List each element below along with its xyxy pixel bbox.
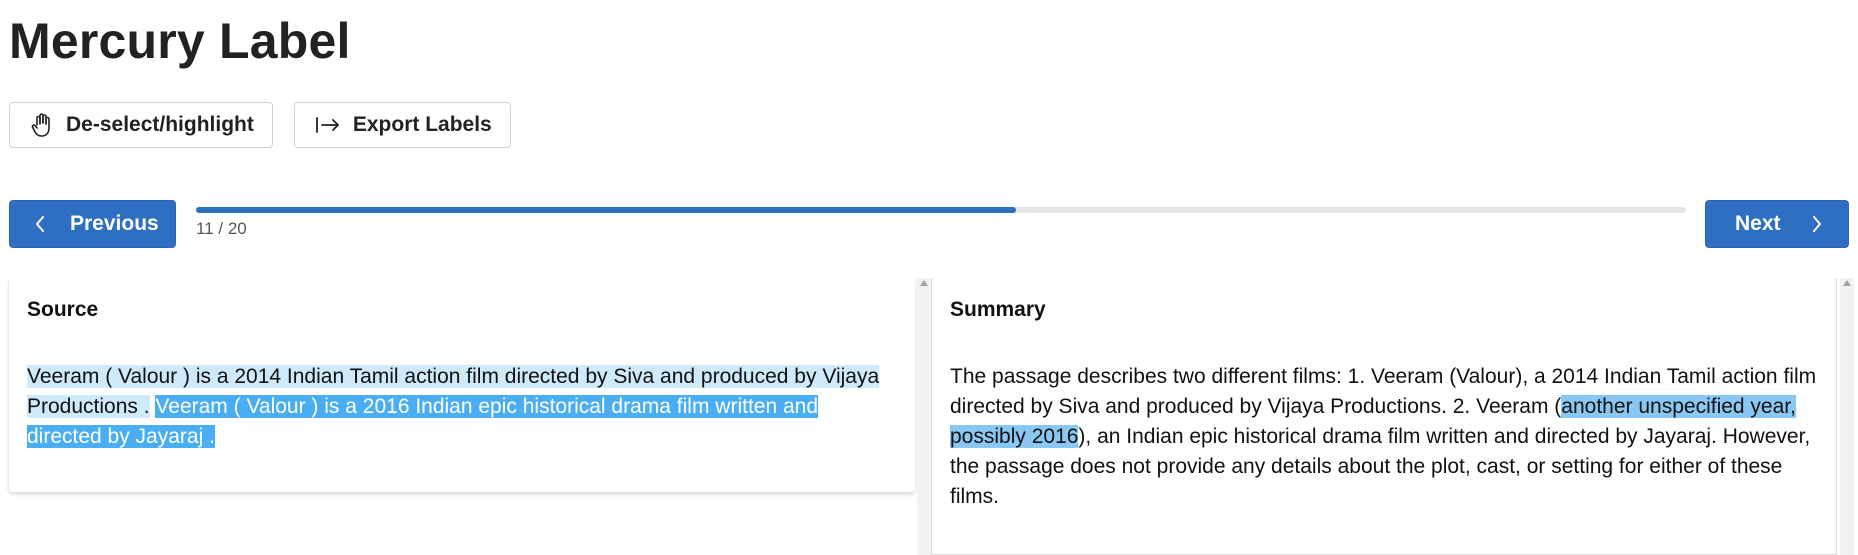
- next-button[interactable]: Next: [1705, 200, 1849, 248]
- summary-panel: Summary The passage describes two differ…: [931, 278, 1837, 555]
- deselect-highlight-label: De-select/highlight: [66, 113, 254, 136]
- source-title: Source: [27, 298, 99, 321]
- progress-fill: [196, 207, 1016, 213]
- source-text: Veeram ( Valour ) is a 2014 Indian Tamil…: [27, 362, 897, 452]
- hand-icon: [30, 112, 54, 138]
- summary-text: The passage describes two different film…: [950, 362, 1818, 512]
- export-arrow-icon: [315, 115, 341, 135]
- navigation-row: Previous 11 / 20 Next: [9, 200, 1849, 248]
- progress-bar: [196, 207, 1686, 213]
- progress-counter: 11 / 20: [196, 219, 247, 238]
- app-title: Mercury Label: [9, 13, 351, 69]
- scroll-up-arrow-icon[interactable]: [1843, 280, 1851, 286]
- chevron-right-icon: [1811, 215, 1823, 233]
- scroll-up-arrow-icon[interactable]: [920, 280, 928, 286]
- page: Mercury Label De-select/highlight Export…: [0, 0, 1858, 555]
- summary-scrollbar[interactable]: [1840, 278, 1854, 555]
- previous-label: Previous: [70, 212, 159, 235]
- previous-button[interactable]: Previous: [9, 200, 176, 248]
- next-label: Next: [1735, 212, 1781, 235]
- summary-text-after[interactable]: ), an Indian epic historical drama film …: [950, 425, 1810, 508]
- summary-title: Summary: [950, 298, 1046, 321]
- source-scrollbar[interactable]: [917, 278, 931, 555]
- export-labels-button[interactable]: Export Labels: [293, 102, 511, 148]
- toolbar: De-select/highlight Export Labels: [9, 102, 511, 148]
- source-panel: Source Veeram ( Valour ) is a 2014 India…: [9, 278, 915, 492]
- chevron-left-icon: [34, 215, 46, 233]
- export-labels-label: Export Labels: [352, 113, 492, 136]
- deselect-highlight-button[interactable]: De-select/highlight: [9, 102, 273, 148]
